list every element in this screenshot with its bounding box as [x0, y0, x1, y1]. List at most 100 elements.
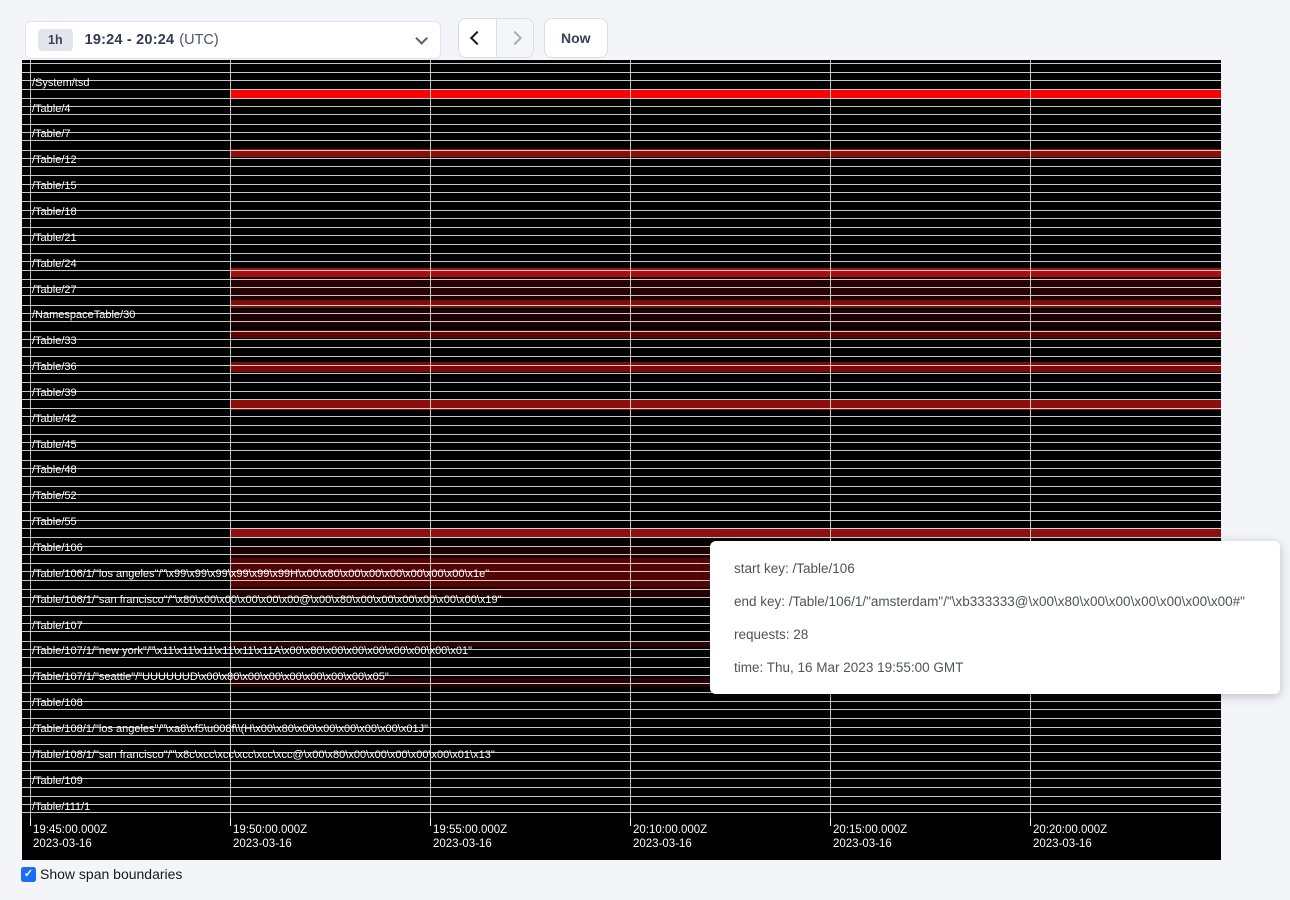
- key-row-label: /Table/42: [32, 413, 77, 425]
- span-boundary-line: [22, 744, 1221, 745]
- span-boundary-line: [22, 391, 1221, 392]
- next-range-button[interactable]: [496, 19, 533, 57]
- span-tooltip: start key: /Table/106 end key: /Table/10…: [710, 541, 1280, 694]
- span-boundary-line: [22, 382, 1221, 383]
- span-boundary-line: [22, 787, 1221, 788]
- key-row-label: /Table/27: [32, 284, 77, 296]
- span-boundary-line: [22, 253, 1221, 254]
- span-boundary-line: [22, 416, 1221, 417]
- span-boundary-line: [22, 227, 1221, 228]
- time-range-dropdown[interactable]: 1h 19:24 - 20:24 (UTC): [25, 21, 441, 59]
- tooltip-end-key: end key: /Table/106/1/"amsterdam"/"\xb33…: [734, 585, 1256, 618]
- key-row-label: /Table/24: [32, 258, 77, 270]
- x-axis-label: 20:20:00.000Z2023-03-16: [1033, 823, 1107, 851]
- now-button[interactable]: Now: [544, 18, 608, 58]
- span-boundary-line: [22, 80, 1221, 81]
- tooltip-time: time: Thu, 16 Mar 2023 19:55:00 GMT: [734, 651, 1256, 684]
- x-axis-label: 19:50:00.000Z2023-03-16: [233, 823, 307, 851]
- span-boundary-line: [22, 192, 1221, 193]
- x-axis-tick: [830, 818, 831, 826]
- footer-controls: ✓ Show span boundaries: [21, 866, 182, 882]
- span-boundary-line: [22, 106, 1221, 107]
- key-visualizer-heatmap[interactable]: 19:45:00.000Z2023-03-16 19:50:00.000Z2023…: [22, 60, 1221, 860]
- span-boundary-line: [22, 339, 1221, 340]
- show-span-boundaries-checkbox[interactable]: ✓: [21, 867, 36, 882]
- key-row-label: /Table/33: [32, 335, 77, 347]
- span-boundary-line: [22, 399, 1221, 400]
- span-boundary-line: [22, 175, 1221, 176]
- span-boundary-line: [22, 468, 1221, 469]
- key-row-label: /Table/52: [32, 490, 77, 502]
- span-boundary-line: [22, 235, 1221, 236]
- span-boundary-line: [22, 72, 1221, 73]
- span-boundary-line: [22, 735, 1221, 736]
- span-boundary-line: [22, 373, 1221, 374]
- span-boundary-line: [22, 63, 1221, 64]
- span-boundary-line: [22, 166, 1221, 167]
- span-boundary-line: [22, 450, 1221, 451]
- key-row-label: /Table/111/1: [32, 801, 90, 813]
- span-boundary-line: [22, 511, 1221, 512]
- time-gridline: [1030, 60, 1031, 818]
- heat-band[interactable]: [230, 277, 1221, 300]
- heat-band[interactable]: [230, 362, 1221, 372]
- x-axis-tick: [1030, 818, 1031, 826]
- span-boundary-line: [22, 356, 1221, 357]
- span-boundary-line: [22, 279, 1221, 280]
- key-row-label: /Table/55: [32, 516, 77, 528]
- span-boundary-line: [22, 287, 1221, 288]
- key-row-label: /Table/107/1/"seattle"/"UUUUUUD\x00\x80\…: [32, 671, 389, 683]
- span-boundary-line: [22, 295, 1221, 296]
- chevron-left-icon: [470, 31, 484, 45]
- span-boundary-line: [22, 520, 1221, 521]
- x-axis-label: 20:10:00.000Z2023-03-16: [633, 823, 707, 851]
- x-axis-tick: [630, 818, 631, 826]
- span-boundary-line: [22, 89, 1221, 90]
- key-row-label: /Table/21: [32, 232, 77, 244]
- span-boundary-line: [22, 244, 1221, 245]
- span-boundary-line: [22, 476, 1221, 477]
- span-boundary-line: [22, 425, 1221, 426]
- span-boundary-line: [22, 460, 1221, 461]
- key-row-label: /Table/108/1/"los angeles"/"\xa8\xf5\u00…: [32, 723, 428, 735]
- tooltip-start-key: start key: /Table/106: [734, 552, 1256, 585]
- time-gridline: [30, 60, 31, 818]
- time-gridline: [230, 60, 231, 818]
- key-row-label: /Table/12: [32, 154, 77, 166]
- span-boundary-line: [22, 210, 1221, 211]
- time-gridline: [630, 60, 631, 818]
- heat-band[interactable]: [230, 90, 1221, 98]
- span-boundary-line: [22, 98, 1221, 99]
- key-row-label: /Table/39: [32, 387, 77, 399]
- key-visualizer-page: { "toolbar": { "range_badge": "1h", "ran…: [0, 0, 1290, 900]
- chevron-down-icon: [415, 32, 428, 45]
- span-boundary-line: [22, 321, 1221, 322]
- span-boundary-line: [22, 701, 1221, 702]
- span-boundary-line: [22, 486, 1221, 487]
- previous-range-button[interactable]: [459, 19, 496, 57]
- span-boundary-line: [22, 770, 1221, 771]
- key-row-label: /Table/18: [32, 206, 77, 218]
- span-boundary-line: [22, 201, 1221, 202]
- x-axis-tick: [30, 818, 31, 826]
- show-span-boundaries-label[interactable]: Show span boundaries: [40, 866, 182, 882]
- span-boundary-line: [22, 365, 1221, 366]
- span-boundary-line: [22, 812, 1221, 813]
- span-boundary-line: [22, 218, 1221, 219]
- key-row-label: /Table/15: [32, 180, 77, 192]
- tooltip-requests: requests: 28: [734, 618, 1256, 651]
- x-axis-tick: [230, 818, 231, 826]
- time-range-duration-badge: 1h: [38, 29, 73, 51]
- x-axis-tick: [430, 818, 431, 826]
- key-row-label: /Table/106/1/"san francisco"/"\x80\x00\x…: [32, 594, 502, 606]
- key-row-label: /Table/106: [32, 542, 83, 554]
- key-row-label: /Table/107: [32, 620, 83, 632]
- x-axis-label: 19:45:00.000Z2023-03-16: [33, 823, 107, 851]
- span-boundary-line: [22, 150, 1221, 151]
- time-nav-button-group: [458, 18, 534, 58]
- span-boundary-line: [22, 494, 1221, 495]
- span-boundary-line: [22, 778, 1221, 779]
- span-boundary-line: [22, 804, 1221, 805]
- x-axis-label: 20:15:00.000Z2023-03-16: [833, 823, 907, 851]
- chevron-right-icon: [508, 31, 522, 45]
